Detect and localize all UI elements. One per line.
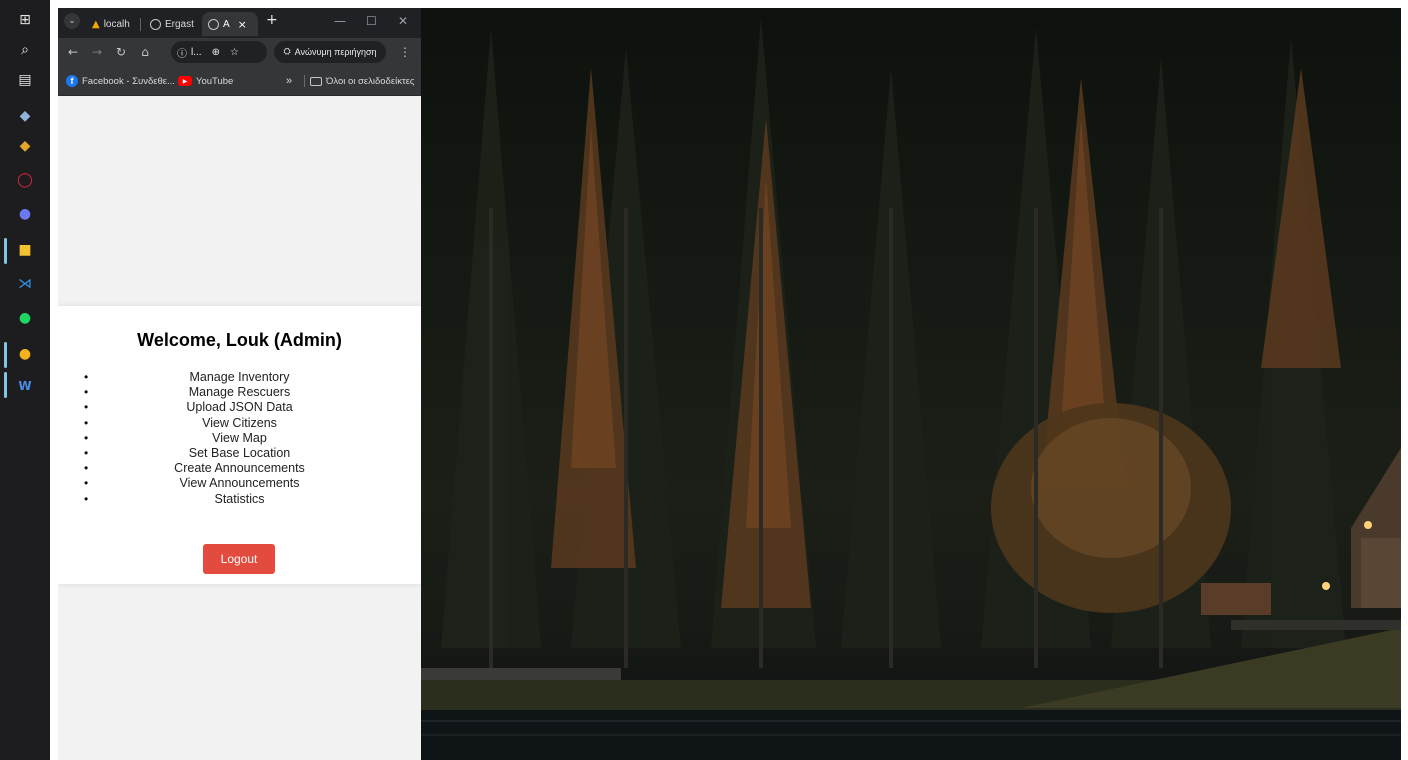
app-icon-2[interactable]: ◆ xyxy=(13,134,37,158)
globe-icon xyxy=(208,18,219,30)
list-item: Upload JSON Data xyxy=(58,400,421,415)
tab-label: A xyxy=(223,18,230,30)
start-icon[interactable]: ⊞ xyxy=(13,8,37,32)
incognito-indicator[interactable]: ⛭ Ανώνυμη περιήγηση xyxy=(274,41,386,63)
tab-separator xyxy=(140,18,141,31)
opera-icon[interactable]: ◯ xyxy=(13,168,37,192)
address-bar[interactable]: ⓘ l... ⊕ ☆ xyxy=(171,41,267,63)
youtube-icon: ▶ xyxy=(178,76,192,86)
menu-link-upload-json[interactable]: Upload JSON Data xyxy=(186,400,292,414)
menu-link-manage-inventory[interactable]: Manage Inventory xyxy=(189,370,289,384)
menu-link-view-map[interactable]: View Map xyxy=(212,431,267,445)
incognito-label: Ανώνυμη περιήγηση xyxy=(294,47,377,57)
maximize-icon[interactable]: ☐ xyxy=(366,14,377,28)
admin-menu-list: Manage Inventory Manage Rescuers Upload … xyxy=(58,370,421,507)
back-icon[interactable]: ← xyxy=(64,43,82,61)
address-text: l... xyxy=(191,46,202,58)
bookmark-label: Όλοι οι σελιδοδείκτες xyxy=(326,75,415,87)
incognito-icon: ⛭ xyxy=(283,47,291,57)
discord-icon[interactable]: ● xyxy=(13,202,37,226)
menu-kebab-icon[interactable]: ⋮ xyxy=(396,43,414,61)
bookmark-facebook[interactable]: f Facebook - Συνδεθε... xyxy=(66,73,175,89)
bookmark-star-icon[interactable]: ☆ xyxy=(230,47,239,58)
page-content: Welcome, Louk (Admin) Manage Inventory M… xyxy=(58,96,421,760)
globe-icon xyxy=(150,18,161,30)
list-item: View Map xyxy=(58,431,421,446)
forest-lake-scene xyxy=(421,18,1401,760)
tab-close-icon[interactable]: × xyxy=(238,18,247,31)
new-tab-icon[interactable]: + xyxy=(266,12,278,28)
folder-icon xyxy=(310,76,322,86)
list-item: Create Announcements xyxy=(58,461,421,476)
task-view-icon[interactable]: ▤ xyxy=(13,68,37,92)
list-item: View Announcements xyxy=(58,476,421,491)
menu-link-set-base-location[interactable]: Set Base Location xyxy=(189,446,290,460)
reload-icon[interactable]: ↻ xyxy=(112,43,130,61)
tab-ergast[interactable]: Ergast xyxy=(144,12,202,36)
menu-link-view-citizens[interactable]: View Citizens xyxy=(202,416,277,430)
browser-toolbar: ← → ↻ ⌂ ⓘ l... ⊕ ☆ ⛭ Ανώνυμη περιήγηση ⋮ xyxy=(58,38,421,66)
home-icon[interactable]: ⌂ xyxy=(136,43,154,61)
taskbar-active-indicator xyxy=(4,238,7,264)
facebook-icon: f xyxy=(66,75,78,87)
logout-button[interactable]: Logout xyxy=(203,544,275,574)
menu-link-view-announcements[interactable]: View Announcements xyxy=(180,476,300,490)
bookmark-label: YouTube xyxy=(196,75,234,87)
xampp-icon: ▲ xyxy=(92,18,100,30)
browser-window: ⌄ ▲ localh Ergast A × + — ☐ ✕ ← → ↻ ⌂ ⓘ … xyxy=(58,8,421,760)
vscode-icon[interactable]: ⋊ xyxy=(13,272,37,296)
all-bookmarks-folder[interactable]: Όλοι οι σελιδοδείκτες xyxy=(310,73,415,89)
menu-link-manage-rescuers[interactable]: Manage Rescuers xyxy=(189,385,290,399)
chrome-icon[interactable]: ● xyxy=(13,342,37,366)
menu-link-statistics[interactable]: Statistics xyxy=(214,492,264,506)
menu-link-create-announcements[interactable]: Create Announcements xyxy=(174,461,305,475)
site-info-icon[interactable]: ⓘ xyxy=(177,45,187,60)
list-item: Statistics xyxy=(58,492,421,507)
taskbar-active-indicator xyxy=(4,342,7,368)
desktop-wallpaper xyxy=(421,8,1401,760)
zoom-icon[interactable]: ⊕ xyxy=(212,47,220,58)
tab-localhost[interactable]: ▲ localh xyxy=(86,12,140,36)
list-item: Set Base Location xyxy=(58,446,421,461)
bookmark-label: Facebook - Συνδεθε... xyxy=(82,75,175,87)
word-icon[interactable]: W xyxy=(13,374,37,398)
list-item: View Citizens xyxy=(58,416,421,431)
spotify-icon[interactable]: ● xyxy=(13,306,37,330)
taskbar: ⊞ ⌕ ▤ ◆ ◆ ◯ ● ■ ⋊ ● ● W xyxy=(0,0,50,760)
close-window-icon[interactable]: ✕ xyxy=(398,14,408,28)
tab-label: Ergast xyxy=(165,18,194,30)
list-item: Manage Rescuers xyxy=(58,385,421,400)
bookmarks-bar: f Facebook - Συνδεθε... ▶ YouTube » Όλοι… xyxy=(58,66,421,96)
admin-dashboard-card: Welcome, Louk (Admin) Manage Inventory M… xyxy=(58,306,421,584)
forward-icon[interactable]: → xyxy=(88,43,106,61)
bookmarks-divider xyxy=(304,75,305,87)
taskbar-active-indicator xyxy=(4,372,7,398)
bookmark-youtube[interactable]: ▶ YouTube xyxy=(178,73,233,89)
tab-search-chevron-icon[interactable]: ⌄ xyxy=(64,13,80,29)
file-explorer-icon[interactable]: ■ xyxy=(13,238,37,262)
minimize-icon[interactable]: — xyxy=(334,14,346,28)
welcome-heading: Welcome, Louk (Admin) xyxy=(137,330,342,350)
bookmarks-overflow-icon[interactable]: » xyxy=(286,73,292,89)
app-icon-1[interactable]: ◆ xyxy=(13,104,37,128)
tab-label: localh xyxy=(103,18,130,30)
tab-active-admin[interactable]: A × xyxy=(202,12,258,36)
tab-strip: ⌄ ▲ localh Ergast A × + — ☐ ✕ xyxy=(58,8,421,38)
search-icon[interactable]: ⌕ xyxy=(13,38,37,62)
list-item: Manage Inventory xyxy=(58,370,421,385)
